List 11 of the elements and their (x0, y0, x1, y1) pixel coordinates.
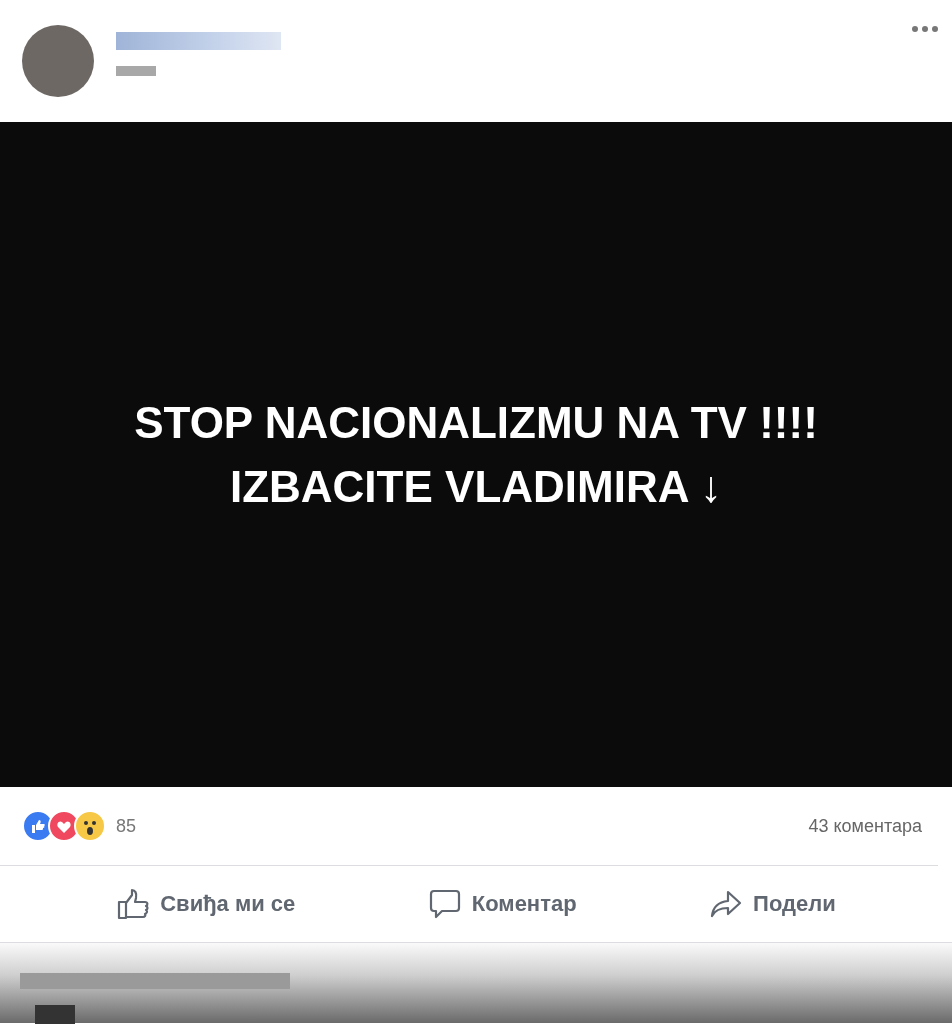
more-options-icon[interactable] (912, 26, 938, 32)
thumbs-up-icon (116, 888, 151, 920)
comment-button[interactable]: Коментар (417, 882, 587, 926)
reaction-count[interactable]: 85 (116, 815, 137, 837)
comment-count[interactable]: 43 коментара (808, 815, 922, 837)
speech-bubble-icon (427, 888, 462, 920)
image-text: STOP NACIONALIZMU NA TV !!!! IZBACITE VLADIMIRA ↓ (133, 396, 819, 513)
share-arrow-icon (709, 888, 744, 920)
like-button[interactable]: Свиђа ми се (106, 882, 306, 926)
blurred-timestamp (116, 66, 156, 76)
share-button[interactable]: Подели (699, 882, 846, 926)
